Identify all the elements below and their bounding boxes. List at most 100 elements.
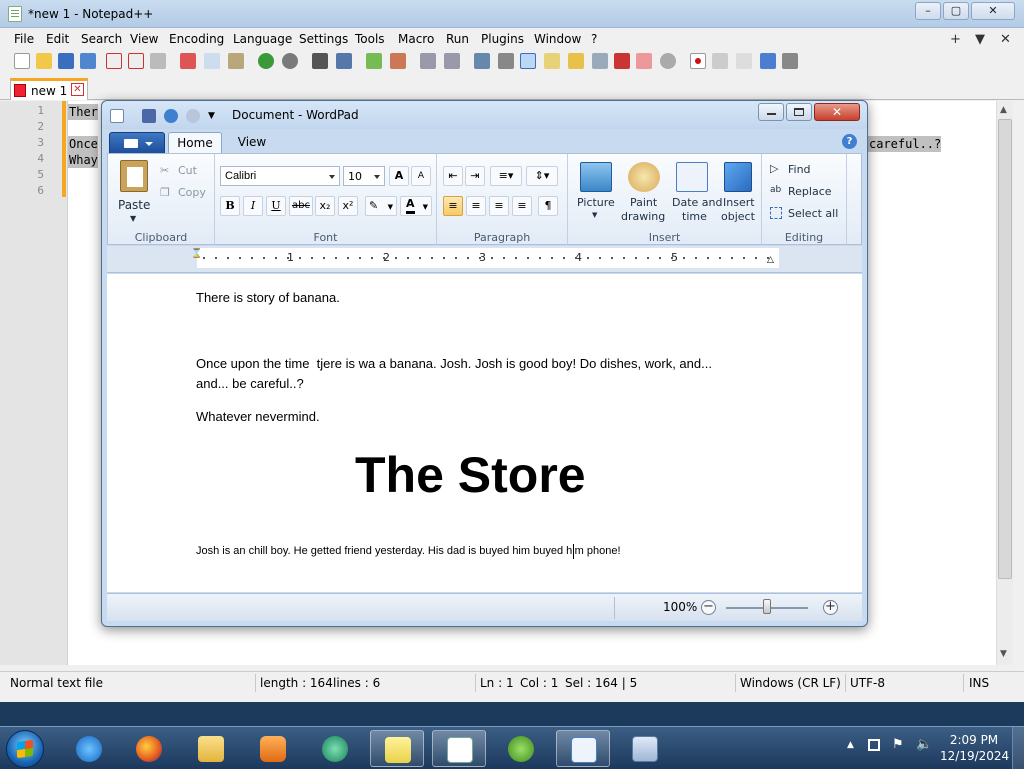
decrease-indent-icon[interactable]: ⇤ <box>443 166 463 186</box>
bullets-icon[interactable]: ≡▾ <box>490 166 522 186</box>
quick-undo-icon[interactable] <box>164 109 178 123</box>
first-line-indent-marker[interactable]: ⌛ <box>191 249 202 259</box>
line-spacing-icon[interactable]: ⇕▾ <box>526 166 558 186</box>
quick-save-icon[interactable] <box>142 109 156 123</box>
cut-icon[interactable]: ✂ <box>160 164 169 177</box>
ruler[interactable]: ⌛ △ 1 2 3 4 5 <box>107 246 862 273</box>
taskbar-green-app[interactable] <box>308 730 362 767</box>
select-all-button[interactable]: Select all <box>788 207 838 220</box>
strikethrough-button[interactable]: abc <box>289 196 313 216</box>
scroll-down-icon[interactable]: ▼ <box>1000 649 1007 659</box>
record-macro-icon[interactable] <box>690 53 706 69</box>
stop-macro-icon[interactable] <box>712 53 728 69</box>
tab-home[interactable]: Home <box>168 132 222 154</box>
print-icon[interactable] <box>150 53 166 69</box>
run-macro-multiple-icon[interactable] <box>760 53 776 69</box>
start-button[interactable] <box>6 730 44 768</box>
indent-guide-icon[interactable] <box>520 53 536 69</box>
taskbar-file-explorer[interactable] <box>184 730 238 767</box>
insert-object-label[interactable]: Insert <box>723 196 755 209</box>
menu-help[interactable]: ? <box>591 32 597 46</box>
subscript-button[interactable]: x₂ <box>315 196 335 216</box>
align-center-icon[interactable]: ≡ <box>466 196 486 216</box>
tab-view[interactable]: View <box>227 132 277 154</box>
menu-window[interactable]: Window <box>534 32 581 46</box>
paste-dropdown-icon[interactable]: ▼ <box>130 214 136 223</box>
paint-drawing-label-2[interactable]: drawing <box>621 210 665 223</box>
menu-edit[interactable]: Edit <box>46 32 69 46</box>
taskbar-notepad-plus-plus[interactable] <box>432 730 486 767</box>
date-time-label[interactable]: Date and <box>672 196 722 209</box>
show-hidden-icons-icon[interactable]: ▲ <box>847 740 854 750</box>
menu-encoding[interactable]: Encoding <box>169 32 224 46</box>
menu-macro[interactable]: Macro <box>398 32 434 46</box>
paragraph-dialog-icon[interactable]: ¶ <box>538 196 558 216</box>
menu-close-icon[interactable]: ✕ <box>1000 32 1011 47</box>
replace-icon[interactable] <box>336 53 352 69</box>
wordpad-close-button[interactable]: ✕ <box>814 103 860 121</box>
monitoring-icon[interactable] <box>660 53 676 69</box>
word-wrap-icon[interactable] <box>474 53 490 69</box>
network-icon[interactable] <box>868 739 880 751</box>
show-desktop-button[interactable] <box>1012 727 1024 769</box>
zoom-in-button[interactable]: + <box>823 600 838 615</box>
wordpad-maximize-button[interactable] <box>786 103 812 121</box>
font-size-select[interactable]: 10 <box>343 166 385 186</box>
replace-button[interactable]: Replace <box>788 185 832 198</box>
cut-button[interactable]: Cut <box>178 164 197 177</box>
find-icon[interactable] <box>312 53 328 69</box>
menu-file[interactable]: File <box>14 32 34 46</box>
text-color-button[interactable]: A ▼ <box>400 196 432 216</box>
taskbar-firefox[interactable] <box>122 730 176 767</box>
align-left-icon[interactable]: ≡ <box>443 196 463 216</box>
doc-map-icon[interactable] <box>568 53 584 69</box>
save-icon[interactable] <box>58 53 74 69</box>
insert-object-label-2[interactable]: object <box>721 210 755 223</box>
open-folder-icon[interactable] <box>36 53 52 69</box>
menu-add-icon[interactable]: + <box>950 32 961 47</box>
menu-tools[interactable]: Tools <box>355 32 385 46</box>
copy-icon[interactable] <box>204 53 220 69</box>
highlight-color-button[interactable]: ✎ ▼ <box>365 196 397 216</box>
menu-dropdown-icon[interactable]: ▼ <box>975 32 985 47</box>
volume-muted-icon[interactable]: 🔈 <box>916 737 932 752</box>
underline-button[interactable]: U <box>266 196 286 216</box>
taskbar-sticky-notes[interactable] <box>370 730 424 767</box>
redo-icon[interactable] <box>282 53 298 69</box>
align-right-icon[interactable]: ≡ <box>489 196 509 216</box>
doc-list-icon[interactable] <box>592 53 608 69</box>
copy-button[interactable]: Copy <box>178 186 206 199</box>
copy-icon[interactable]: ❐ <box>160 186 170 199</box>
shrink-font-button[interactable]: A <box>411 166 431 186</box>
replace-icon[interactable]: ab <box>770 185 781 195</box>
close-file-icon[interactable] <box>106 53 122 69</box>
scroll-thumb[interactable] <box>998 119 1012 579</box>
menu-search[interactable]: Search <box>81 32 122 46</box>
close-all-icon[interactable] <box>128 53 144 69</box>
select-all-icon[interactable] <box>770 207 782 219</box>
tab-close-icon[interactable]: ✕ <box>71 83 84 96</box>
picture-icon[interactable] <box>580 162 612 192</box>
wordpad-minimize-button[interactable] <box>758 103 784 121</box>
paste-button[interactable]: Paste <box>118 198 150 212</box>
calendar-clock-icon[interactable] <box>676 162 708 192</box>
menu-language[interactable]: Language <box>233 32 292 46</box>
find-button[interactable]: Find <box>788 163 811 176</box>
play-macro-icon[interactable] <box>736 53 752 69</box>
taskbar-remote-desktop[interactable] <box>618 730 672 767</box>
picture-dropdown-icon[interactable]: ▼ <box>592 211 597 219</box>
tab-new-1[interactable]: new 1 ✕ <box>10 78 88 100</box>
quick-redo-icon[interactable] <box>186 109 200 123</box>
zoom-out-icon[interactable] <box>390 53 406 69</box>
npp-vertical-scrollbar[interactable]: ▲ ▼ <box>996 101 1013 665</box>
date-time-label-2[interactable]: time <box>682 210 707 223</box>
paint-palette-icon[interactable] <box>628 162 660 192</box>
paste-icon[interactable] <box>228 53 244 69</box>
increase-indent-icon[interactable]: ⇥ <box>465 166 485 186</box>
function-list-icon[interactable] <box>614 53 630 69</box>
zoom-slider-thumb[interactable] <box>763 599 771 614</box>
taskbar-internet-explorer[interactable] <box>62 730 116 767</box>
taskbar-wordpad[interactable] <box>556 730 610 767</box>
new-file-icon[interactable] <box>14 53 30 69</box>
insert-object-icon[interactable] <box>724 162 752 192</box>
